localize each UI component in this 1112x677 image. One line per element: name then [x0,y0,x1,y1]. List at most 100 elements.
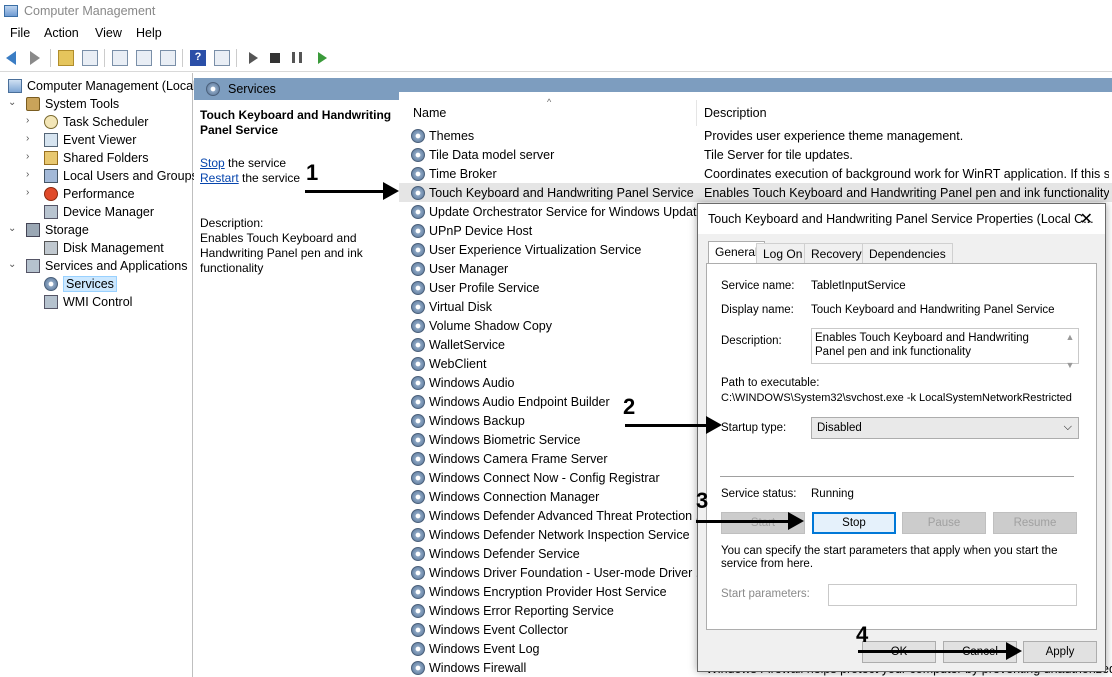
pause-service-icon[interactable] [292,52,302,63]
refresh-icon[interactable] [136,50,152,66]
computer-management-icon [4,5,18,17]
menu-help[interactable]: Help [136,26,162,40]
search-gear-icon [206,82,220,96]
gear-icon [411,186,425,200]
gear-icon [411,623,425,637]
service-name: Windows Defender Service [429,547,580,561]
annotation-arrow-2 [625,416,722,434]
service-row[interactable]: Themes Provides user experience theme man… [399,126,1112,145]
chevron-right-icon[interactable]: › [26,133,29,144]
device-manager-icon [44,205,58,219]
gear-icon [411,224,425,238]
restart-service-icon[interactable] [318,52,327,64]
service-name: Windows Error Reporting Service [429,604,614,618]
description-scrollbar[interactable]: ▲ ▼ [1063,330,1077,370]
forward-arrow-icon[interactable] [30,51,40,65]
start-parameters-input[interactable] [828,584,1077,606]
service-name: Windows Audio [429,376,515,390]
stop-service-icon[interactable] [270,53,280,63]
tree-item-label: Storage [45,223,89,237]
service-status-value: Running [811,488,854,500]
back-arrow-icon[interactable] [6,51,16,65]
services-apps-icon [26,259,40,273]
show-hide-tree-icon[interactable] [82,50,98,66]
chevron-down-icon[interactable]: ⌄ [8,259,16,270]
gear-icon [411,243,425,257]
description-field[interactable]: Enables Touch Keyboard and Handwriting P… [811,328,1079,370]
performance-icon [44,187,58,201]
selected-service-name: Touch Keyboard and Handwriting Panel Ser… [200,108,392,137]
gear-icon [411,148,425,162]
gear-icon [411,319,425,333]
up-folder-icon[interactable] [58,50,74,66]
service-row[interactable]: Tile Data model server Tile Server for ti… [399,145,1112,164]
service-name: Volume Shadow Copy [429,319,552,333]
menu-file[interactable]: File [10,26,30,40]
pause-button[interactable]: Pause [902,512,986,534]
chevron-right-icon[interactable]: › [26,169,29,180]
event-viewer-icon [44,133,58,147]
restart-service-link[interactable]: Restart [200,171,239,185]
service-name: WalletService [429,338,505,352]
close-icon[interactable]: ✕ [1080,209,1093,229]
startup-type-select[interactable]: Disabled ⌵ [811,417,1079,439]
gear-icon [411,471,425,485]
menu-bar: File Action View Help [0,24,1112,44]
tree-item-label: System Tools [45,97,120,111]
services-header-title: Services [228,82,276,96]
service-row[interactable]: Touch Keyboard and Handwriting Panel Ser… [399,183,1112,202]
gear-icon [411,395,425,409]
menu-view[interactable]: View [95,26,122,40]
chevron-right-icon[interactable]: › [26,151,29,162]
storage-icon [26,223,40,237]
annotation-number-3: 3 [696,488,709,513]
export-list-icon[interactable] [160,50,176,66]
apply-button[interactable]: Apply [1023,641,1097,663]
gear-icon [411,566,425,580]
start-service-icon[interactable] [249,52,258,64]
service-name: Windows Event Log [429,642,540,656]
help-icon[interactable]: ? [190,50,206,66]
gear-icon [411,300,425,314]
column-header-description[interactable]: Description [704,106,767,120]
tree-item-label: Performance [63,187,135,201]
stop-button[interactable]: Stop [812,512,896,534]
properties-icon[interactable] [112,50,128,66]
gear-icon [411,281,425,295]
gear-icon [411,661,425,675]
service-name: Windows Defender Advanced Threat Protect… [429,509,707,523]
chevron-down-icon[interactable]: ⌄ [8,97,16,108]
service-name: Windows Connect Now - Config Registrar [429,471,660,485]
start-params-hint: You can specify the start parameters tha… [721,545,1058,570]
gear-icon [411,452,425,466]
service-name: UPnP Device Host [429,224,533,238]
gear-icon [411,604,425,618]
chevron-down-icon[interactable]: ⌄ [8,223,16,234]
action-pane-icon[interactable] [214,50,230,66]
menu-action[interactable]: Action [44,26,79,40]
service-description: Provides user experience theme managemen… [704,129,964,143]
service-row[interactable]: Time Broker Coordinates execution of back… [399,164,1112,183]
service-name: Windows Connection Manager [429,490,600,504]
resume-button[interactable]: Resume [993,512,1077,534]
tab-recovery[interactable]: Recovery [804,243,869,263]
service-name: Time Broker [429,167,497,181]
chevron-right-icon[interactable]: › [26,187,29,198]
chevron-right-icon[interactable]: › [26,115,29,126]
extended-description-panel: Touch Keyboard and Handwriting Panel Ser… [194,100,399,677]
wmi-icon [44,295,58,309]
stop-service-link[interactable]: Stop [200,156,225,170]
description-text: Enables Touch Keyboard and Handwriting P… [200,231,363,275]
gear-icon [411,338,425,352]
service-name: User Experience Virtualization Service [429,243,642,257]
service-status-label: Service status: [721,488,797,500]
tree-item-label: Local Users and Groups [63,169,198,183]
tab-dependencies[interactable]: Dependencies [862,243,953,263]
tab-log-on[interactable]: Log On [756,243,810,263]
path-label: Path to executable: [721,377,820,389]
users-icon [44,169,58,183]
service-description: Enables Touch Keyboard and Handwriting P… [704,186,1109,200]
column-header-name[interactable]: Name [413,106,446,120]
clock-icon [44,115,58,129]
service-name-value: TabletInputService [811,280,906,292]
